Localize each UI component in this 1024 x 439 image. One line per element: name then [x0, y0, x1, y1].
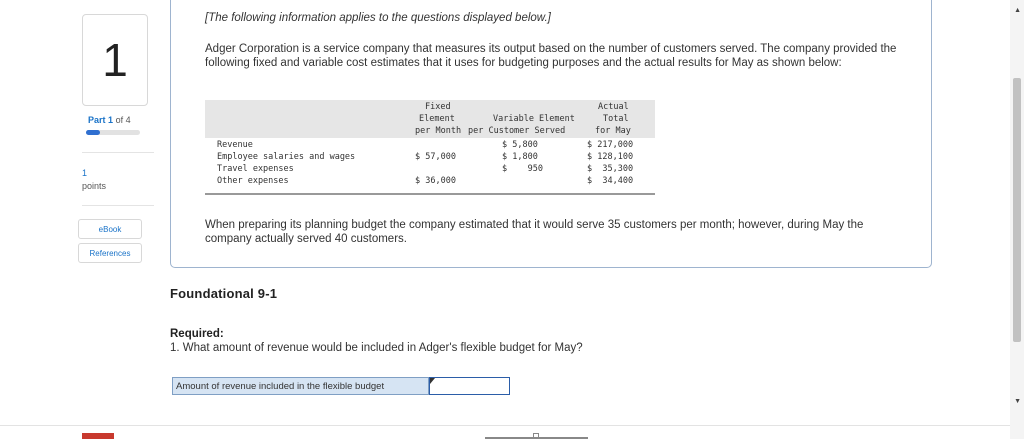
row-label: Travel expenses: [217, 164, 294, 174]
header-fixed-3: per Month: [415, 126, 462, 136]
row-label: Other expenses: [217, 176, 289, 186]
grid-icon[interactable]: [533, 433, 539, 439]
row-variable: $ 950: [502, 164, 543, 174]
page-title: Foundational 9-1: [170, 286, 278, 301]
divider: [82, 152, 154, 153]
part-of: of 4: [115, 115, 131, 125]
header-fixed-1: Fixed: [425, 102, 451, 112]
row-label: Employee salaries and wages: [217, 152, 356, 162]
info-description: Adger Corporation is a service company t…: [205, 43, 897, 69]
answer-label: Amount of revenue included in the flexib…: [172, 377, 429, 395]
shared-info-panel: [The following information applies to th…: [170, 0, 932, 268]
points-label: points: [82, 181, 107, 191]
vertical-scrollbar[interactable]: ▲ ▼: [1010, 0, 1024, 439]
info-intro: [The following information applies to th…: [205, 12, 551, 24]
row-fixed: $ 57,000: [415, 152, 456, 162]
part-number: 1: [108, 115, 114, 125]
part-progress-fill: [86, 130, 100, 135]
scroll-up-arrow-icon[interactable]: ▲: [1014, 7, 1021, 14]
header-actual-1: Actual: [598, 102, 629, 112]
points-value: 1: [82, 168, 88, 178]
required-label: Required:: [170, 328, 224, 340]
part-label-text: Part 1: [88, 115, 113, 125]
part-indicator: Part 1 of 4: [88, 115, 131, 125]
row-label: Revenue: [217, 140, 253, 150]
planning-note: When preparing its planning budget the c…: [205, 219, 864, 245]
header-fixed-2: Element: [419, 114, 455, 124]
header-variable-2: Variable Element: [493, 114, 575, 124]
row-fixed: $ 36,000: [415, 176, 456, 186]
table-bottom-rule: [205, 193, 655, 195]
row-actual: $ 128,100: [587, 152, 634, 162]
brand-logo: [82, 433, 114, 439]
header-variable-3: per Customer Served: [468, 126, 566, 136]
row-actual: $ 34,400: [587, 176, 634, 186]
ebook-button[interactable]: eBook: [78, 219, 142, 239]
part-word: Part: [88, 115, 106, 125]
row-actual: $ 217,000: [587, 140, 634, 150]
question-number: 1: [82, 14, 148, 106]
part-progress-bar: [86, 130, 140, 135]
footer-divider: [0, 425, 1010, 426]
question-sidebar: 1 Part 1 of 4 1 points eBook References: [78, 0, 162, 439]
references-button[interactable]: References: [78, 243, 142, 263]
row-variable: $ 1,800: [502, 152, 538, 162]
question-text: 1. What amount of revenue would be inclu…: [170, 342, 583, 354]
header-actual-2: Total: [603, 114, 629, 124]
header-actual-3: for May: [595, 126, 631, 136]
row-actual: $ 35,300: [587, 164, 634, 174]
input-corner-marker: [430, 378, 435, 384]
scroll-down-arrow-icon[interactable]: ▼: [1014, 398, 1021, 405]
revenue-answer-input[interactable]: [429, 377, 510, 395]
divider: [82, 205, 154, 206]
scrollbar-thumb[interactable]: [1013, 78, 1021, 342]
row-variable: $ 5,800: [502, 140, 538, 150]
